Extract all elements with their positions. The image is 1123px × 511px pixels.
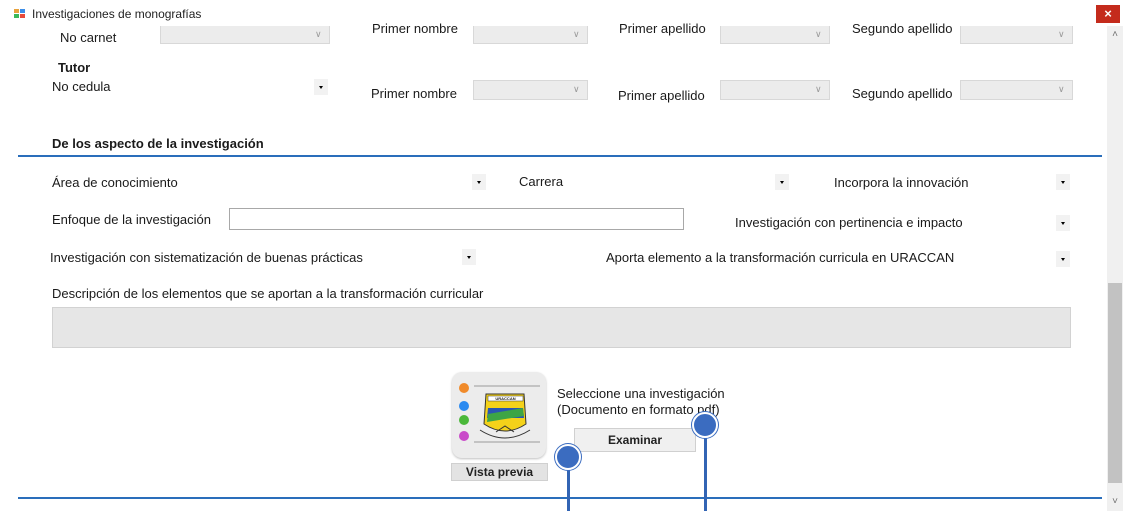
section-divider <box>18 155 1102 157</box>
chevron-down-icon: ∨ <box>315 29 322 39</box>
cedula-dropdown-arrow[interactable] <box>314 79 328 95</box>
transformacion-dropdown-arrow[interactable] <box>1056 251 1070 267</box>
marker-dot-browse <box>692 412 718 438</box>
sistematizacion-label: Investigación con sistematización de bue… <box>50 250 363 265</box>
tutor-segundo-apellido-label: Segundo apellido <box>852 86 953 101</box>
carnet-label: No carnet <box>60 30 117 45</box>
student-primer-apellido-label: Primer apellido <box>619 21 706 36</box>
tutor-primer-apellido-combo[interactable]: ∨ <box>720 80 830 100</box>
examinar-button[interactable]: Examinar <box>574 428 696 452</box>
logo-text: URACCAN <box>495 396 515 401</box>
vertical-scrollbar[interactable]: ˄ ˅ <box>1107 26 1123 511</box>
student-segundo-apellido-combo[interactable]: ∨ <box>960 26 1073 44</box>
tutor-heading: Tutor <box>58 60 91 75</box>
enfoque-label: Enfoque de la investigación <box>52 212 212 227</box>
student-primer-nombre-label: Primer nombre <box>372 21 458 36</box>
pertinencia-dropdown-arrow[interactable] <box>1056 215 1070 231</box>
instruction-line-1: Seleccione una investigación <box>557 386 725 401</box>
chevron-down-icon: ∨ <box>815 29 822 39</box>
uraccan-logo-icon: URACCAN <box>459 383 540 443</box>
tutor-segundo-apellido-combo[interactable]: ∨ <box>960 80 1073 100</box>
descripcion-label: Descripción de los elementos que se apor… <box>52 286 484 301</box>
close-button[interactable]: × <box>1096 5 1120 23</box>
carnet-combo[interactable]: ∨ <box>160 26 330 44</box>
scroll-up-icon[interactable]: ˄ <box>1107 26 1123 44</box>
scroll-down-icon[interactable]: ˅ <box>1107 493 1123 511</box>
student-primer-apellido-combo[interactable]: ∨ <box>720 26 830 44</box>
sistematizacion-dropdown-arrow[interactable] <box>462 249 476 265</box>
descripcion-textarea[interactable] <box>52 307 1071 348</box>
section-heading: De los aspecto de la investigación <box>52 136 264 151</box>
bottom-divider <box>18 497 1102 499</box>
chevron-down-icon: ∨ <box>573 84 580 94</box>
tutor-primer-nombre-combo[interactable]: ∨ <box>473 80 588 100</box>
area-label: Área de conocimiento <box>52 175 178 190</box>
marker-line-browse <box>704 428 707 511</box>
window-title: Investigaciones de monografías <box>32 7 202 21</box>
student-segundo-apellido-label: Segundo apellido <box>852 21 953 36</box>
student-primer-nombre-combo[interactable]: ∨ <box>473 26 588 44</box>
vista-previa-button[interactable]: Vista previa <box>451 463 548 481</box>
transformacion-label: Aporta elemento a la transformación curr… <box>606 250 955 265</box>
scrollbar-thumb[interactable] <box>1108 283 1122 483</box>
marker-dot-preview <box>555 444 581 470</box>
carrera-label: Carrera <box>519 174 564 189</box>
title-bar: Investigaciones de monografías × <box>0 0 1123 26</box>
tutor-primer-nombre-label: Primer nombre <box>371 86 457 101</box>
pertinencia-label: Investigación con pertinencia e impacto <box>735 215 963 230</box>
chevron-down-icon: ∨ <box>573 29 580 39</box>
app-icon <box>14 9 26 19</box>
area-dropdown-arrow[interactable] <box>472 174 486 190</box>
innovacion-dropdown-arrow[interactable] <box>1056 174 1070 190</box>
chevron-down-icon: ∨ <box>1058 84 1065 94</box>
innovacion-label: Incorpora la innovación <box>834 175 969 190</box>
enfoque-input[interactable] <box>229 208 684 230</box>
tutor-cedula-label: No cedula <box>52 79 111 94</box>
chevron-down-icon: ∨ <box>815 84 822 94</box>
chevron-down-icon: ∨ <box>1058 29 1065 39</box>
document-thumbnail[interactable]: URACCAN <box>452 372 546 458</box>
carrera-dropdown-arrow[interactable] <box>775 174 789 190</box>
tutor-primer-apellido-label: Primer apellido <box>618 88 705 103</box>
